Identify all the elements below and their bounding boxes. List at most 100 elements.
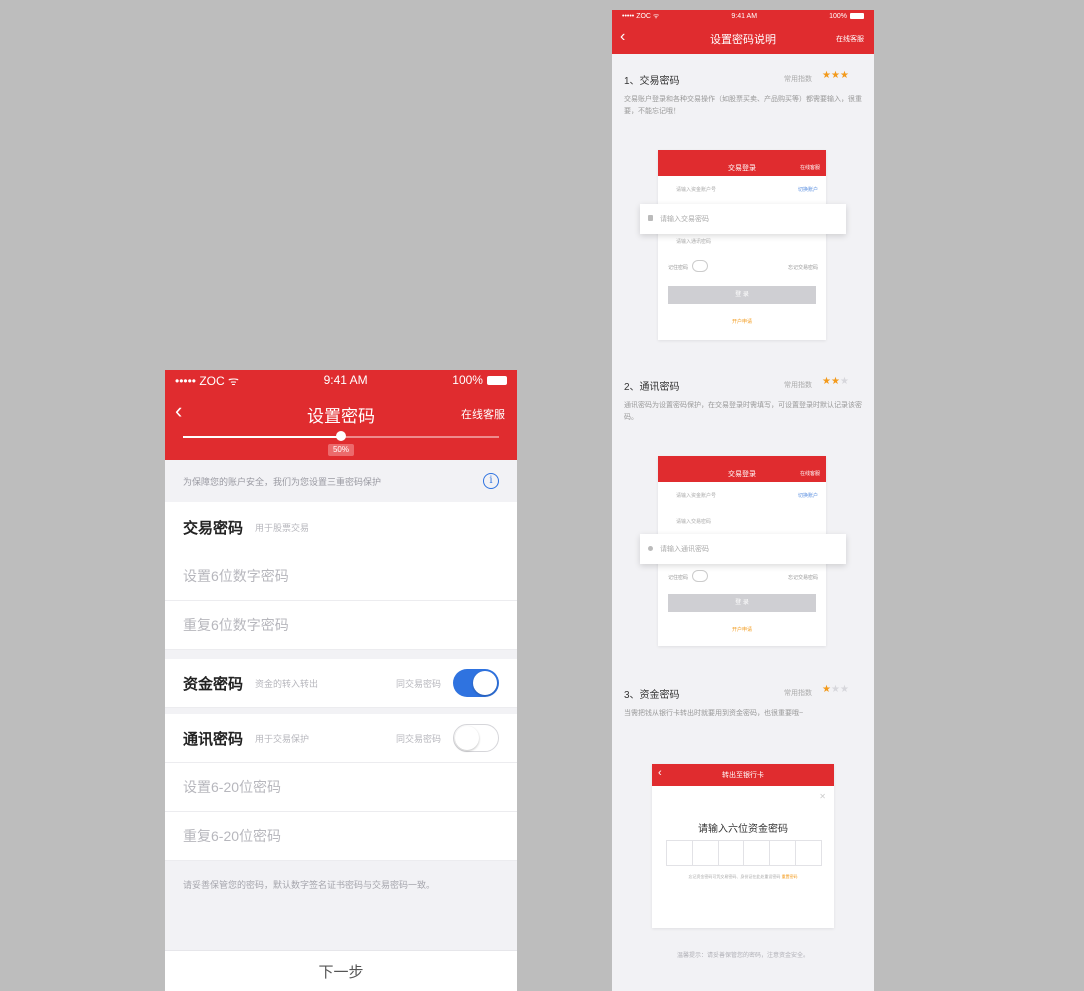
battery-indicator: 100%	[452, 373, 507, 387]
lock-icon	[648, 215, 653, 221]
header: ••••• ZOC ᯤ 9:41 AM 100% ‹ 设置密码 在线客服 50%	[165, 370, 517, 460]
star-rating: ★★★	[822, 70, 849, 81]
mock-header: 交易登录 在线客服	[658, 150, 826, 176]
next-button-label: 下一步	[318, 964, 364, 981]
mock-field-3: 请输入通讯密码	[676, 239, 712, 245]
mock-fund-password-dialog: ‹ 转出至银行卡 ✕ 请输入六位资金密码 忘记资金密码可凭交易密码、身份证在此处…	[652, 764, 834, 928]
mock-tip: 忘记资金密码可凭交易密码、身份证在此处重设密码 重置密码	[652, 874, 834, 880]
security-notice: 为保障您的账户安全，我们为您设置三重密码保护 i	[165, 460, 517, 502]
progress-knob[interactable]	[336, 431, 346, 441]
mock-heading: 请输入六位资金密码	[698, 824, 788, 835]
mock-tip-text: 忘记资金密码可凭交易密码、身份证在此处重设密码	[688, 874, 781, 879]
close-icon: ✕	[819, 792, 826, 801]
mock-field-2: 请输入交易密码	[676, 519, 712, 525]
mock-field-1-link: 切换账户	[797, 187, 818, 193]
star-icon: ★	[822, 376, 831, 387]
mock-remember: 记住密码	[668, 265, 689, 271]
battery-icon	[850, 13, 864, 19]
freq-label: 常用指数	[784, 76, 812, 83]
comm-password-input[interactable]: 设置6-20位密码	[165, 763, 517, 812]
online-service-link[interactable]: 在线客服	[836, 34, 864, 44]
section-title: 1、交易密码	[624, 76, 680, 87]
battery-text: 100%	[452, 373, 483, 387]
section-desc: 当需把钱从银行卡转出时就要用到资金密码，也很重要哦~	[624, 710, 804, 717]
battery-indicator: 100%	[829, 13, 864, 20]
freq-label: 常用指数	[784, 690, 812, 697]
mock-title: 转出至银行卡	[722, 772, 764, 779]
comm-password-title: 通讯密码	[183, 730, 244, 748]
battery-text: 100%	[829, 12, 847, 20]
fund-password-row: 资金密码 资金的转入转出 同交易密码	[165, 659, 517, 708]
mock-remember-toggle	[692, 570, 708, 582]
comm-password-repeat-input[interactable]: 重复6-20位密码	[165, 812, 517, 861]
status-bar: ••••• ZOC ᯤ 9:41 AM 100%	[165, 370, 517, 390]
fund-password-toggle[interactable]	[453, 669, 499, 697]
trade-password-input[interactable]: 设置6位数字密码	[165, 552, 517, 601]
fund-toggle-label: 同交易密码	[395, 678, 441, 689]
next-button[interactable]: 下一步	[165, 950, 517, 991]
toggle-knob	[473, 671, 497, 695]
pin-box	[770, 841, 797, 865]
mock-field-1: 请输入资金账户号	[676, 187, 717, 193]
progress-fill	[183, 436, 341, 438]
page-title: 设置密码说明	[710, 34, 776, 46]
toggle-knob	[455, 726, 479, 750]
trade-password-repeat-input[interactable]: 重复6位数字密码	[165, 601, 517, 650]
pin-box	[796, 841, 821, 865]
info-icon[interactable]: i	[483, 473, 499, 489]
mock-login-button: 登 录	[668, 594, 816, 612]
pin-box	[719, 841, 745, 865]
mock-login-screen-1: 交易登录 在线客服 请输入资金账户号 切换账户 请输入通讯密码 记住密码 忘记交…	[658, 150, 826, 340]
star-icon: ★	[822, 684, 831, 695]
dot-icon	[648, 546, 653, 551]
status-bar: ••••• ZOC ᯤ 9:41 AM 100%	[612, 10, 874, 22]
mock-login-button: 登 录	[668, 286, 816, 304]
mock-right-link: 在线客服	[799, 165, 820, 171]
pin-box	[744, 841, 771, 865]
header: ••••• ZOC ᯤ 9:41 AM 100% ‹ 设置密码说明 在线客服	[612, 10, 874, 54]
highlight-text: 请输入交易密码	[660, 216, 709, 223]
online-service-link[interactable]: 在线客服	[461, 406, 505, 422]
trade-password-title: 交易密码	[183, 519, 244, 537]
comm-password-row: 通讯密码 用于交易保护 同交易密码	[165, 714, 517, 763]
star-icon: ★	[830, 376, 840, 387]
section-title: 2、通讯密码	[624, 382, 680, 393]
right-phone: ••••• ZOC ᯤ 9:41 AM 100% ‹ 设置密码说明 在线客服 1…	[612, 10, 874, 991]
comm-password-repeat-placeholder: 重复6-20位密码	[183, 828, 282, 844]
progress-label: 50%	[328, 444, 354, 456]
star-icon: ★	[830, 684, 840, 695]
mock-field-1-link: 切换账户	[797, 493, 818, 499]
pin-box	[693, 841, 719, 865]
mock-login-label: 登 录	[735, 600, 749, 606]
trade-password-header: 交易密码 用于股票交易	[165, 502, 517, 553]
mock-remember-toggle	[692, 260, 708, 272]
section-desc: 通讯密码为设置密码保护，在交易登录时需填写，可设置登录时默认记录该密码。	[624, 402, 862, 421]
mock-field-1: 请输入资金账户号	[676, 493, 717, 499]
mock-tip-link: 重置密码	[781, 874, 798, 879]
freq-label: 常用指数	[784, 382, 812, 389]
pin-input-boxes	[666, 840, 822, 866]
section-desc: 交易账户登录和各种交易操作（如股票买卖、产品购买等）都需要输入，很重要，不能忘记…	[624, 96, 862, 115]
time-text: 9:41 AM	[323, 373, 368, 387]
comm-password-toggle[interactable]	[453, 724, 499, 752]
notice-text: 为保障您的账户安全，我们为您设置三重密码保护	[183, 476, 382, 487]
fund-password-hint: 资金的转入转出	[255, 678, 319, 689]
battery-icon	[486, 375, 507, 385]
comm-password-hint: 用于交易保护	[255, 733, 310, 744]
mock-link: 开户申请	[731, 319, 752, 325]
footer-note: 请妥善保管您的密码，默认数字签名证书密码与交易密码一致。	[183, 880, 436, 890]
star-icon: ★	[839, 684, 849, 695]
mock-header: ‹ 转出至银行卡	[652, 764, 834, 786]
star-rating: ★★★	[822, 376, 849, 387]
section-title: 3、资金密码	[624, 690, 680, 701]
star-rating: ★★★	[822, 684, 849, 695]
mock-forgot: 忘记交易密码	[787, 265, 818, 271]
star-icon: ★	[839, 70, 849, 81]
trade-password-hint: 用于股票交易	[255, 522, 310, 533]
pin-box	[667, 841, 693, 865]
mock-right-link: 在线客服	[799, 471, 820, 477]
mock-link: 开户申请	[731, 627, 752, 633]
mock-highlight-field: 请输入通讯密码	[640, 534, 846, 564]
left-phone: ••••• ZOC ᯤ 9:41 AM 100% ‹ 设置密码 在线客服 50%…	[165, 370, 517, 991]
mock-login-label: 登 录	[735, 292, 749, 298]
